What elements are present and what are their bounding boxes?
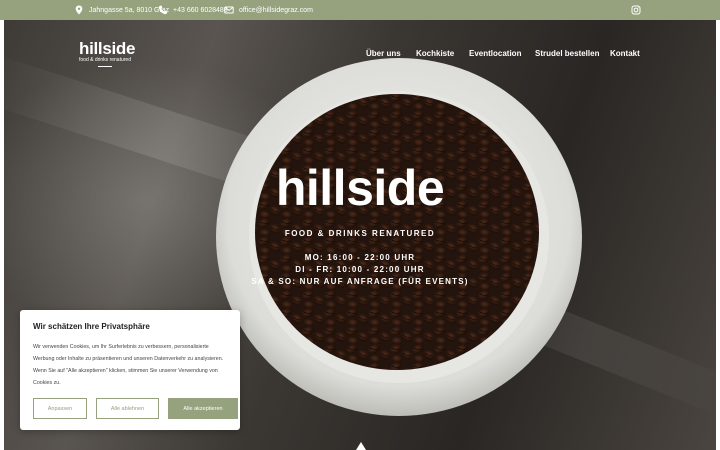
cookie-buttons: Anpassen Alle ablehnen Alle akzeptieren bbox=[33, 398, 238, 419]
site-logo[interactable]: hillside food & drinks renatured bbox=[79, 39, 136, 67]
hero-subtitle: FOOD & DRINKS RENATURED bbox=[284, 229, 436, 238]
cookie-consent-banner: Wir schätzen Ihre Privatsphäre Wir verwe… bbox=[20, 310, 240, 430]
logo-tagline: food & drinks renatured bbox=[79, 57, 131, 63]
nav-item-ueber-uns[interactable]: Über uns bbox=[366, 49, 401, 58]
hours-line: MO: 16:00 - 22:00 UHR bbox=[304, 253, 416, 262]
opening-hours: MO: 16:00 - 22:00 UHR DI - FR: 10:00 - 2… bbox=[220, 252, 500, 288]
hero-title: hillside bbox=[275, 160, 445, 216]
top-info-bar: Jahngasse 5a, 8010 Graz +43 660 6028488 … bbox=[0, 0, 720, 20]
nav-item-kontakt[interactable]: Kontakt bbox=[610, 49, 640, 58]
cookie-text: Wir verwenden Cookies, um Ihr Surferlebn… bbox=[33, 344, 224, 386]
address-item[interactable]: Jahngasse 5a, 8010 Graz bbox=[74, 0, 169, 20]
nav-item-kochkiste[interactable]: Kochkiste bbox=[416, 49, 454, 58]
cookie-title: Wir schätzen Ihre Privatsphäre bbox=[33, 322, 150, 331]
instagram-icon[interactable] bbox=[631, 5, 641, 15]
hours-line: SA & SO: NUR AUF ANFRAGE (FÜR EVENTS) bbox=[251, 277, 469, 286]
phone-text: +43 660 6028488 bbox=[173, 6, 228, 14]
reject-all-button[interactable]: Alle ablehnen bbox=[96, 398, 159, 419]
email-text: office@hillsidegraz.com bbox=[239, 6, 313, 14]
phone-icon bbox=[158, 5, 168, 15]
phone-item[interactable]: +43 660 6028488 bbox=[158, 0, 228, 20]
hours-line: DI - FR: 10:00 - 22:00 UHR bbox=[295, 265, 425, 274]
nav-item-eventlocation[interactable]: Eventlocation bbox=[469, 49, 521, 58]
logo-wordmark: hillside bbox=[79, 39, 136, 58]
nav-item-strudel-bestellen[interactable]: Strudel bestellen bbox=[535, 49, 599, 58]
email-icon bbox=[224, 5, 234, 15]
scroll-indicator[interactable] bbox=[356, 442, 366, 450]
logo-underline bbox=[98, 66, 112, 67]
customize-button[interactable]: Anpassen bbox=[33, 398, 87, 419]
email-item[interactable]: office@hillsidegraz.com bbox=[224, 0, 313, 20]
location-icon bbox=[74, 5, 84, 15]
accept-all-button[interactable]: Alle akzeptieren bbox=[168, 398, 238, 419]
